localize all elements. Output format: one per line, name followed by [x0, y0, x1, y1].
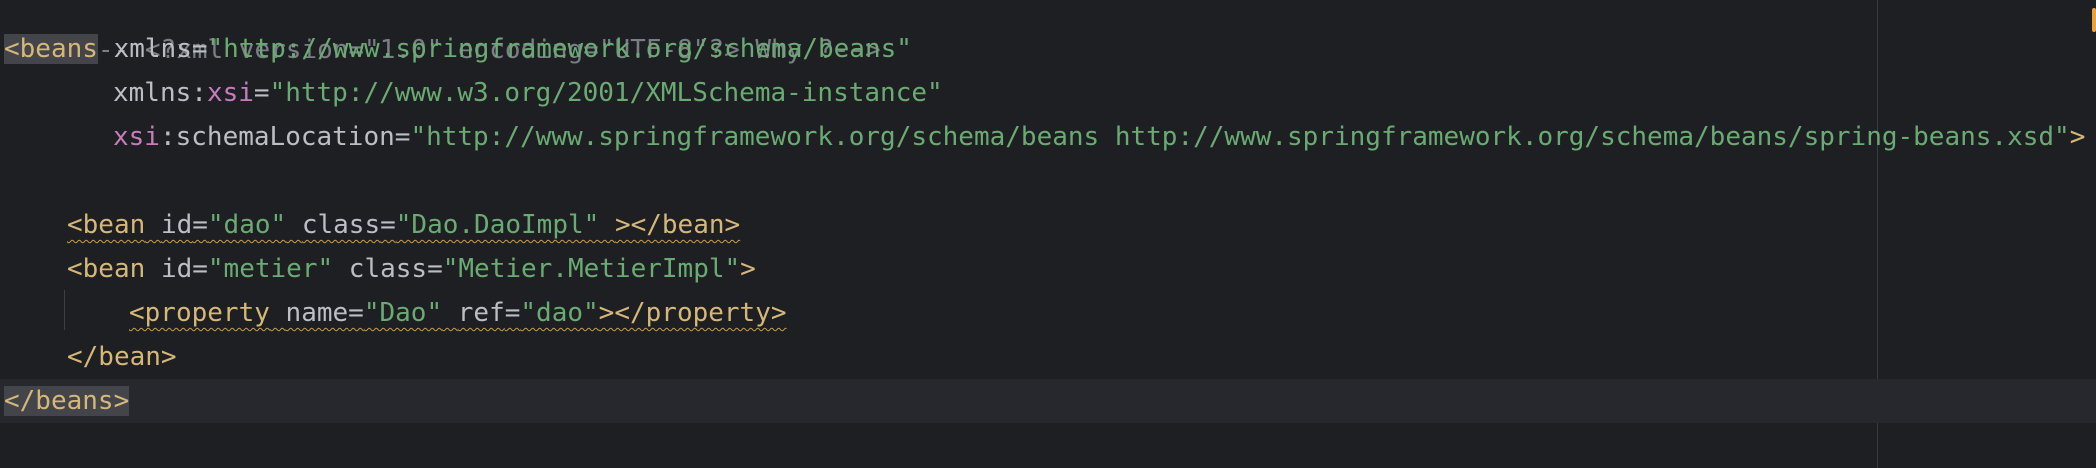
- colon: :: [191, 78, 207, 108]
- name-value: "Dao": [363, 298, 443, 328]
- bean-end-tag: </bean>: [67, 342, 177, 372]
- code-line-bean-dao[interactable]: <bean id="dao" class="Dao.DaoImpl" ></be…: [67, 203, 740, 247]
- code-line-xmlns-xsi[interactable]: xmlns:xsi="http://www.w3.org/2001/XMLSch…: [113, 71, 943, 115]
- property-open-tag: <property: [129, 298, 270, 328]
- code-line-property[interactable]: <property name="Dao" ref="dao"></propert…: [129, 291, 787, 335]
- colon: :: [159, 122, 176, 152]
- id-value: "metier": [207, 254, 334, 284]
- id-attribute: id: [160, 210, 193, 240]
- equals-sign: =: [253, 78, 270, 108]
- code-line-bean-metier[interactable]: <bean id="metier" class="Metier.MetierIm…: [67, 247, 756, 291]
- id-attribute: id: [160, 254, 193, 284]
- beans-end-tag: </beans>: [4, 386, 130, 416]
- class-value: "Dao.DaoImpl": [395, 210, 600, 240]
- equals-sign: =: [192, 210, 208, 240]
- equals-sign: =: [380, 210, 396, 240]
- xmlns-attribute: xmlns: [113, 34, 192, 64]
- schema-location-value: "http://www.springframework.org/schema/b…: [410, 122, 2070, 152]
- class-attribute: class: [348, 254, 428, 284]
- xsi-namespace: xsi: [113, 122, 160, 152]
- tag-close-bracket: >: [2069, 122, 2086, 152]
- xmlns-attribute: xmlns: [113, 78, 192, 108]
- code-line-beans-close[interactable]: </beans>: [0, 379, 2096, 423]
- ref-value: "dao": [520, 298, 599, 328]
- bean-open-tag: <bean: [67, 210, 146, 240]
- indent-guide: [64, 290, 65, 330]
- bean-close-tag: ></bean>: [614, 210, 741, 240]
- ref-attribute: ref: [457, 298, 505, 328]
- equals-sign: =: [192, 254, 208, 284]
- beans-open-tag: <beans: [4, 34, 98, 64]
- code-editor[interactable]: <!-- <?xml version="1.0" encoding="UTF-8…: [0, 0, 2096, 468]
- property-close-tag: ></property>: [598, 298, 787, 328]
- code-line-bean-close[interactable]: </bean>: [67, 335, 177, 379]
- code-line-beans-open[interactable]: <beans xmlns="http://www.springframework…: [4, 27, 912, 71]
- code-line-schema-location[interactable]: xsi:schemaLocation="http://www.springfra…: [113, 115, 2085, 159]
- xsi-namespace: xsi: [206, 78, 254, 108]
- equals-sign: =: [191, 34, 208, 64]
- tag-close-bracket: >: [740, 254, 756, 284]
- code-line-comment[interactable]: <!-- <?xml version="1.0" encoding="UTF-8…: [4, 0, 881, 65]
- bean-open-tag: <bean: [67, 254, 146, 284]
- warning-stripe-marker[interactable]: [2092, 8, 2096, 32]
- equals-sign: =: [348, 298, 364, 328]
- equals-sign: =: [427, 254, 443, 284]
- name-attribute: name: [285, 298, 349, 328]
- schema-location-attribute: schemaLocation: [175, 122, 395, 152]
- xmlns-value: "http://www.springframework.org/schema/b…: [207, 34, 912, 64]
- id-value: "dao": [207, 210, 287, 240]
- equals-sign: =: [504, 298, 521, 328]
- class-attribute: class: [301, 210, 381, 240]
- class-value: "Metier.MetierImpl": [442, 254, 741, 284]
- xsi-value: "http://www.w3.org/2001/XMLSchema-instan…: [269, 78, 943, 108]
- equals-sign: =: [394, 122, 411, 152]
